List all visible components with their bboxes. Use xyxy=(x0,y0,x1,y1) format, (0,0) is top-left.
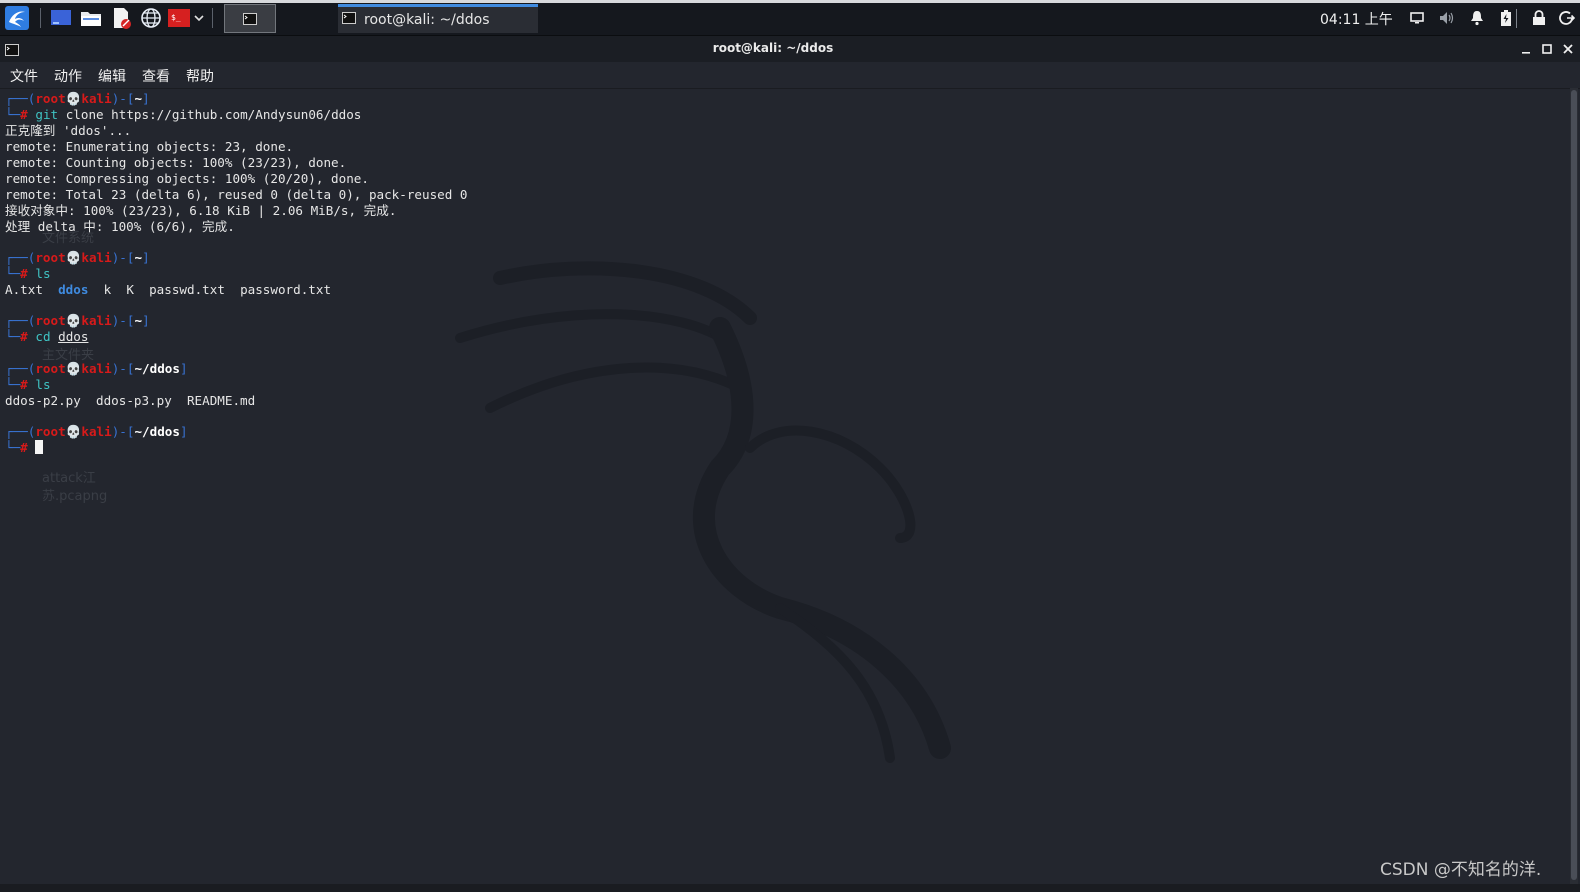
skull-icon: 💀 xyxy=(65,91,82,106)
command-line: └─# git clone https://github.com/Andysun… xyxy=(5,107,362,122)
skull-icon: 💀 xyxy=(65,250,82,265)
terminal-launcher-icon[interactable]: $_ xyxy=(167,6,191,30)
window-titlebar[interactable]: root@kali: ~/ddos xyxy=(0,36,1580,62)
terminal-icon xyxy=(243,12,257,25)
command-line: └─# cd ddos xyxy=(5,329,89,344)
skull-icon: 💀 xyxy=(65,361,82,376)
kali-menu-icon[interactable] xyxy=(4,6,30,30)
minimize-button[interactable] xyxy=(1518,41,1534,57)
close-button[interactable] xyxy=(1560,41,1576,57)
output-line: remote: Total 23 (delta 6), reused 0 (de… xyxy=(5,187,468,202)
output-line: 正克隆到 'ddos'... xyxy=(5,123,132,138)
output-line: remote: Enumerating objects: 23, done. xyxy=(5,139,294,154)
panel-separator xyxy=(40,8,41,28)
web-browser-icon[interactable] xyxy=(138,6,164,30)
maximize-icon xyxy=(1542,44,1552,54)
output-line: remote: Counting objects: 100% (23/23), … xyxy=(5,155,347,170)
menu-edit[interactable]: 编辑 xyxy=(98,66,126,86)
show-desktop-icon[interactable] xyxy=(48,6,74,30)
chevron-down-icon[interactable] xyxy=(192,6,206,30)
taskbar-window-title: root@kali: ~/ddos xyxy=(364,12,490,28)
taskbar-window-button[interactable]: root@kali: ~/ddos xyxy=(338,4,538,33)
prompt-line: ┌──(root💀kali)-[~] xyxy=(5,313,150,328)
bottom-edge xyxy=(0,884,1580,892)
menu-file[interactable]: 文件 xyxy=(10,66,38,86)
menu-help[interactable]: 帮助 xyxy=(186,66,214,86)
logout-icon[interactable] xyxy=(1558,9,1576,27)
display-icon[interactable] xyxy=(1408,9,1426,27)
menu-bar: 文件 动作 编辑 查看 帮助 xyxy=(0,62,1580,89)
battery-icon[interactable] xyxy=(1497,9,1515,27)
window-title: root@kali: ~/ddos xyxy=(712,41,834,55)
maximize-button[interactable] xyxy=(1539,41,1555,57)
output-line: remote: Compressing objects: 100% (20/20… xyxy=(5,171,369,186)
prompt-line: ┌──(root💀kali)-[~/ddos] xyxy=(5,361,188,376)
workspace-terminal-button[interactable] xyxy=(224,4,276,33)
panel-separator xyxy=(1516,9,1517,28)
menu-view[interactable]: 查看 xyxy=(142,66,170,86)
menu-actions[interactable]: 动作 xyxy=(54,66,82,86)
close-icon xyxy=(1563,44,1573,54)
output-line: A.txt ddos k K passwd.txt password.txt xyxy=(5,282,332,297)
terminal-output[interactable]: 文件系统 主文件夹 attack江苏.pcapng ┌──(root💀kali)… xyxy=(0,88,1570,884)
svg-text:$_: $_ xyxy=(171,13,181,22)
file-manager-icon[interactable] xyxy=(78,6,104,30)
skull-icon: 💀 xyxy=(65,313,82,328)
panel-top-edge xyxy=(0,0,1580,3)
output-line: 处理 delta 中: 100% (6/6), 完成. xyxy=(5,219,235,234)
clock[interactable]: 04:11 上午 xyxy=(1320,9,1393,29)
panel-separator xyxy=(212,8,213,28)
command-input-line[interactable]: └─# xyxy=(5,440,44,456)
scrollbar-thumb[interactable] xyxy=(1571,90,1577,880)
prompt-line: ┌──(root💀kali)-[~] xyxy=(5,250,150,265)
output-line: 接收对象中: 100% (23/23), 6.18 KiB | 2.06 MiB… xyxy=(5,203,397,218)
csdn-watermark: CSDN @不知名的洋. xyxy=(1380,860,1542,880)
command-line: └─# ls xyxy=(5,377,51,392)
lock-screen-icon[interactable] xyxy=(1530,9,1548,27)
notification-bell-icon[interactable] xyxy=(1468,9,1486,27)
text-editor-icon[interactable] xyxy=(108,6,134,30)
minimize-icon xyxy=(1522,52,1530,54)
top-panel: $_ root@kali: ~/ddos 04:11 上午 xyxy=(0,0,1580,36)
volume-icon[interactable] xyxy=(1438,9,1456,27)
prompt-line: ┌──(root💀kali)-[~] xyxy=(5,91,150,106)
output-line: ddos-p2.py ddos-p3.py README.md xyxy=(5,393,256,408)
prompt-line: ┌──(root💀kali)-[~/ddos] xyxy=(5,424,188,439)
desktop-ghost-label: attack江苏.pcapng xyxy=(42,471,108,504)
text-cursor xyxy=(35,440,44,454)
terminal-icon xyxy=(342,12,356,28)
command-line: └─# ls xyxy=(5,266,51,281)
skull-icon: 💀 xyxy=(65,424,82,439)
kali-dragon-watermark xyxy=(455,261,951,763)
